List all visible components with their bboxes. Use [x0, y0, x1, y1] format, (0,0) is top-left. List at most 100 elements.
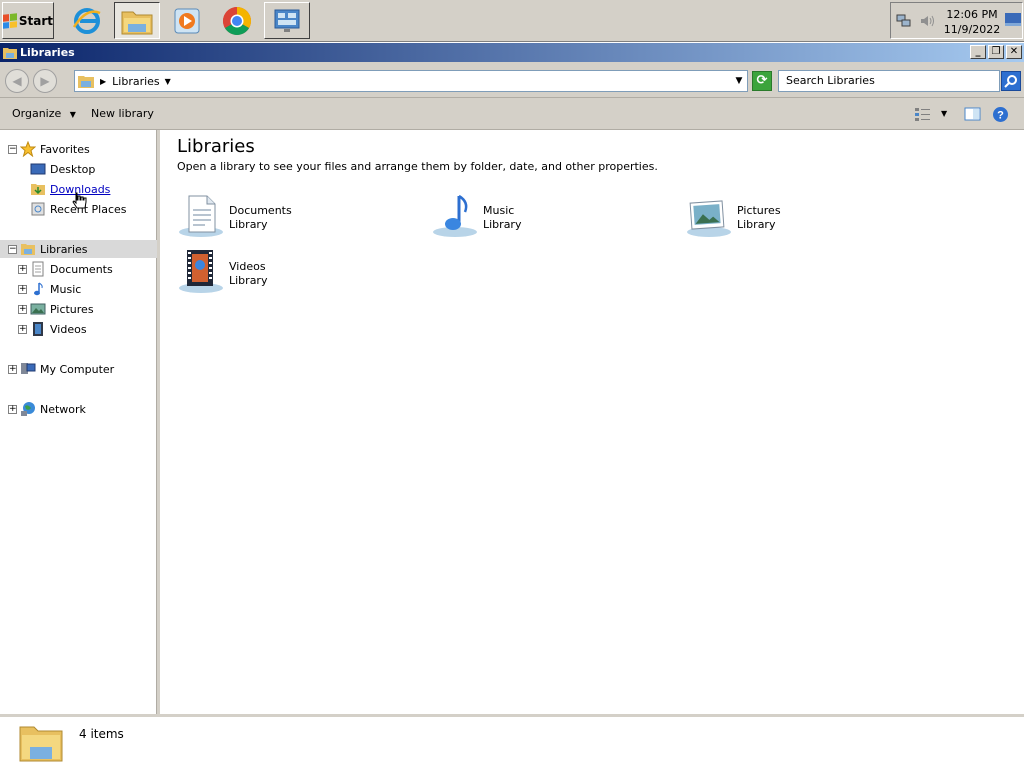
media-player-icon: [174, 8, 200, 33]
expand-icon[interactable]: +: [18, 304, 27, 314]
libraries-folder-icon: [19, 726, 63, 762]
close-button[interactable]: ✕: [1006, 45, 1022, 59]
breadcrumb-separator-icon[interactable]: ▶: [100, 77, 106, 86]
window-title: Libraries: [20, 46, 75, 59]
library-name: Pictures: [737, 204, 781, 217]
system-tray: 12:06 PM 11/9/2022: [890, 2, 1023, 39]
minimize-button[interactable]: _: [970, 45, 986, 59]
downloads-folder-icon: [31, 184, 45, 195]
status-bar: 4 items: [0, 714, 1024, 768]
breadcrumb-libraries[interactable]: Libraries: [112, 75, 160, 88]
library-type: Library: [483, 218, 522, 231]
library-type: Library: [737, 218, 776, 231]
nav-network[interactable]: + Network: [0, 400, 157, 418]
expand-icon[interactable]: +: [8, 404, 17, 414]
expand-icon[interactable]: +: [18, 264, 27, 274]
music-library-icon: [433, 194, 477, 237]
page-title: Libraries: [177, 136, 255, 157]
expand-icon[interactable]: +: [8, 364, 17, 374]
expand-icon[interactable]: +: [18, 284, 27, 294]
back-arrow-icon: ◀: [12, 74, 22, 88]
nav-my-computer[interactable]: + My Computer: [0, 360, 157, 378]
library-documents[interactable]: Documents Library: [177, 192, 417, 244]
library-name: Videos: [229, 260, 266, 273]
library-name: Music: [483, 204, 515, 217]
libraries-folder-icon: [3, 48, 17, 59]
network-icon[interactable]: [896, 13, 912, 29]
breadcrumb-dropdown-icon[interactable]: ▼: [165, 77, 171, 86]
taskbar: Start 12:06 PM 11/9/2022: [0, 0, 1024, 42]
taskbar-chrome[interactable]: [214, 2, 260, 39]
documents-icon: [32, 261, 44, 277]
search-input[interactable]: Search Libraries: [778, 70, 1000, 92]
refresh-button[interactable]: ⟳: [752, 71, 772, 91]
control-panel-icon: [274, 9, 300, 32]
recent-places-icon: [31, 202, 45, 216]
organize-label: Organize: [12, 107, 62, 120]
collapse-icon[interactable]: −: [8, 144, 17, 154]
documents-library-icon: [179, 195, 223, 237]
collapse-icon[interactable]: −: [8, 244, 17, 254]
nav-recent-places-label: Recent Places: [50, 202, 127, 216]
nav-pictures-label: Pictures: [50, 302, 94, 316]
back-button[interactable]: ◀: [5, 69, 29, 93]
start-button[interactable]: Start: [2, 2, 54, 39]
nav-pictures[interactable]: + Pictures: [0, 300, 157, 318]
nav-videos[interactable]: + Videos: [0, 320, 157, 338]
chevron-down-icon: ▼: [735, 76, 743, 86]
film-strip-icon: [33, 322, 43, 336]
library-music-label: Music Library: [483, 204, 521, 232]
nav-favorites[interactable]: − Favorites: [0, 140, 157, 158]
new-library-button[interactable]: New library: [91, 107, 154, 120]
page-subtitle: Open a library to see your files and arr…: [177, 160, 658, 173]
clock-date: 11/9/2022: [943, 23, 1001, 36]
library-name: Documents: [229, 204, 292, 217]
command-bar: Organize ▼ New library ▼ ?: [0, 98, 1024, 130]
chrome-icon: [223, 6, 251, 35]
nav-music-label: Music: [50, 282, 82, 296]
nav-desktop[interactable]: Desktop: [0, 160, 157, 178]
search-button[interactable]: [1001, 71, 1021, 91]
view-options-dropdown-icon[interactable]: ▼: [941, 109, 947, 118]
taskbar-control-panel[interactable]: [264, 2, 310, 39]
help-icon[interactable]: ?: [992, 106, 1009, 123]
libraries-folder-icon: [78, 76, 94, 88]
show-desktop-icon[interactable]: [1005, 13, 1021, 27]
window-title-bar[interactable]: Libraries _ ❐ ✕: [0, 43, 1024, 62]
library-pictures[interactable]: Pictures Library: [685, 192, 925, 244]
forward-button[interactable]: ▶: [33, 69, 57, 93]
taskbar-file-explorer[interactable]: [114, 2, 160, 39]
nav-documents[interactable]: + Documents: [0, 260, 157, 278]
expand-icon[interactable]: +: [18, 324, 27, 334]
nav-favorites-label: Favorites: [40, 142, 90, 156]
hand-pointer-cursor-icon: [72, 192, 87, 209]
library-music[interactable]: Music Library: [431, 192, 671, 244]
address-field[interactable]: ▶ Libraries ▼: [74, 70, 748, 92]
internet-explorer-icon: [72, 7, 101, 34]
library-documents-label: Documents Library: [229, 204, 292, 232]
pictures-icon: [30, 303, 46, 315]
preview-pane-icon[interactable]: [964, 106, 981, 122]
content-pane: Libraries Open a library to see your fil…: [160, 130, 1024, 714]
clock[interactable]: 12:06 PM 11/9/2022: [943, 7, 1001, 37]
nav-libraries[interactable]: − Libraries: [0, 240, 157, 258]
address-history-dropdown[interactable]: ▼: [730, 70, 748, 92]
nav-music[interactable]: + Music: [0, 280, 157, 298]
organize-button[interactable]: Organize ▼: [12, 107, 76, 120]
computer-icon: [21, 363, 36, 374]
search-icon: [1004, 75, 1017, 88]
forward-arrow-icon: ▶: [40, 74, 50, 88]
change-view-icon[interactable]: [914, 106, 932, 122]
taskbar-internet-explorer[interactable]: [64, 2, 110, 39]
restore-button[interactable]: ❐: [988, 45, 1004, 59]
nav-network-label: Network: [40, 402, 86, 416]
item-count: 4 items: [79, 727, 124, 741]
taskbar-media-player[interactable]: [164, 2, 210, 39]
desktop-icon: [30, 163, 46, 175]
star-icon: [20, 141, 36, 157]
nav-videos-label: Videos: [50, 322, 87, 336]
library-videos[interactable]: Videos Library: [177, 248, 417, 300]
start-label: Start: [18, 13, 53, 28]
nav-libraries-label: Libraries: [40, 242, 88, 256]
volume-icon[interactable]: [919, 13, 935, 29]
